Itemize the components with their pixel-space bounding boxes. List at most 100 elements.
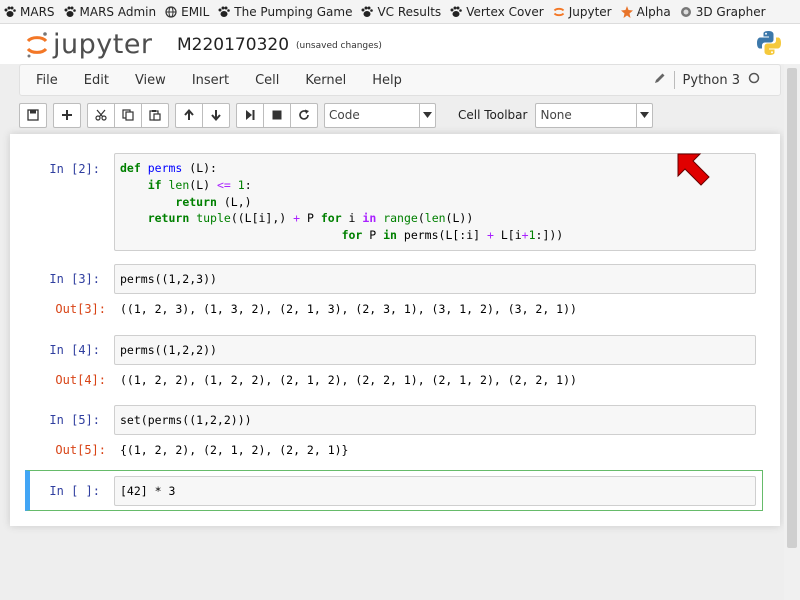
cell-output: ((1, 2, 3), (1, 3, 2), (2, 1, 3), (2, 3,… — [120, 302, 577, 316]
jupyter-logo[interactable]: jupyter — [25, 29, 153, 60]
pointer-arrow-icon — [676, 152, 712, 192]
chevron-down-icon — [419, 103, 435, 127]
input-prompt: In [2]: — [49, 162, 100, 176]
code-text: set(perms((1,2,2))) — [120, 413, 252, 427]
code-line: return (L,) — [175, 194, 252, 209]
bookmark-label: MARS Admin — [79, 4, 157, 19]
bookmark-label: VC Results — [377, 4, 442, 19]
cell-output: ((1, 2, 2), (1, 2, 2), (2, 1, 2), (2, 2,… — [120, 373, 577, 387]
paste-button[interactable] — [141, 102, 169, 128]
kernel-divider — [673, 71, 675, 89]
plus-icon — [62, 110, 72, 120]
stop-icon — [272, 110, 282, 120]
menu-cell[interactable]: Cell — [243, 73, 291, 88]
arrow-up-icon — [184, 109, 194, 120]
save-status: (unsaved changes) — [296, 41, 382, 51]
cell-type-select[interactable]: Code — [324, 102, 436, 128]
bookmark-label: 3D Grapher — [695, 4, 766, 19]
code-line: if len(L) <= 1: — [147, 177, 252, 192]
menu-insert[interactable]: Insert — [180, 73, 241, 88]
interrupt-button[interactable] — [263, 102, 291, 128]
jupyter-logo-icon — [26, 31, 48, 57]
code-text: perms((1,2,3)) — [120, 272, 217, 286]
run-button[interactable] — [236, 102, 264, 128]
refresh-icon — [299, 109, 309, 120]
paw-icon — [450, 6, 462, 18]
code-cell-input[interactable]: perms((1,2,3)) — [114, 264, 756, 294]
bookmark-label: The Pumping Game — [234, 4, 353, 19]
globe-icon — [165, 5, 177, 18]
input-prompt: In [ ]: — [49, 484, 100, 498]
move-down-button[interactable] — [202, 102, 230, 128]
save-icon — [27, 109, 39, 121]
menu-edit[interactable]: Edit — [72, 73, 121, 88]
restart-button[interactable] — [290, 102, 318, 128]
scissors-icon — [95, 109, 107, 121]
menu-kernel[interactable]: Kernel — [293, 73, 358, 88]
output-prompt: Out[5]: — [55, 443, 106, 457]
cell-type-value: Code — [329, 108, 360, 122]
bookmark-pumping-game[interactable]: The Pumping Game — [218, 5, 352, 19]
input-prompt: In [4]: — [49, 343, 100, 357]
insert-cell-button[interactable] — [53, 102, 81, 128]
bookmark-vertex-cover[interactable]: Vertex Cover — [450, 5, 544, 19]
paw-icon — [361, 6, 374, 18]
bookmark-jupyter[interactable]: Jupyter — [553, 5, 612, 19]
code-cell-input[interactable]: perms((1,2,2)) — [114, 335, 756, 365]
code-cell-input[interactable]: set(perms((1,2,2))) — [114, 405, 756, 435]
code-text: [42] * 3 — [120, 484, 176, 498]
bookmark-label: EMIL — [181, 4, 210, 19]
code-cell-input[interactable]: def perms (L): if len(L) <= 1: return (L… — [114, 153, 756, 251]
bookmark-emil[interactable]: EMIL — [165, 5, 209, 19]
move-up-button[interactable] — [175, 102, 203, 128]
arrow-down-icon — [211, 110, 221, 121]
copy-button[interactable] — [114, 102, 142, 128]
bookmark-3d-grapher[interactable]: 3D Grapher — [680, 5, 766, 19]
bookmark-mars[interactable]: MARS — [4, 5, 55, 19]
menu-file[interactable]: File — [24, 73, 70, 88]
bookmark-mars-admin[interactable]: MARS Admin — [64, 4, 157, 19]
wolfram-icon — [620, 5, 633, 18]
notebook-name[interactable]: M220170320 — [177, 35, 289, 55]
python-logo-icon — [756, 30, 782, 60]
paw-icon — [218, 6, 231, 18]
jupyter-icon — [553, 6, 565, 18]
paw-icon — [64, 6, 76, 18]
code-cell-input[interactable]: [42] * 3 — [114, 476, 756, 506]
bookmark-label: MARS — [20, 4, 55, 19]
menu-help[interactable]: Help — [360, 73, 414, 88]
bookmarks-bar: MARS MARS Admin EMIL The Pumping Game VC… — [0, 0, 800, 24]
output-prompt: Out[4]: — [55, 373, 106, 387]
code-line: def perms (L): — [120, 161, 217, 175]
pencil-icon[interactable] — [654, 72, 666, 88]
bookmark-label: Alpha — [636, 4, 671, 19]
grapher-icon — [680, 6, 692, 18]
notebook-header: jupyter M220170320 (unsaved changes) — [0, 24, 800, 64]
cell-toolbar-label: Cell Toolbar — [458, 108, 528, 122]
menubar: File Edit View Insert Cell Kernel Help P… — [19, 64, 781, 96]
bookmark-label: Jupyter — [568, 4, 612, 19]
step-forward-icon — [246, 110, 255, 120]
save-button[interactable] — [19, 102, 47, 128]
kernel-indicator: Python 3 — [654, 71, 760, 89]
kernel-status-icon — [748, 72, 760, 88]
cell-toolbar-select[interactable]: None — [535, 102, 654, 128]
chevron-down-icon — [636, 103, 652, 127]
kernel-name: Python 3 — [682, 72, 740, 88]
input-prompt: In [3]: — [49, 272, 100, 286]
cell-output: {(1, 2, 2), (2, 1, 2), (2, 2, 1)} — [120, 443, 349, 457]
output-prompt: Out[3]: — [55, 302, 106, 316]
menu-view[interactable]: View — [123, 73, 178, 88]
cut-button[interactable] — [87, 102, 115, 128]
bookmark-alpha[interactable]: Alpha — [620, 4, 671, 19]
paw-icon — [4, 6, 16, 18]
code-text: perms((1,2,2)) — [120, 343, 217, 357]
input-prompt: In [5]: — [49, 413, 100, 427]
logo-text: jupyter — [53, 29, 153, 60]
code-line: return tuple((L[i],) + P for i in range(… — [147, 211, 474, 226]
bookmark-label: Vertex Cover — [466, 4, 544, 19]
bookmark-vc-results[interactable]: VC Results — [361, 5, 441, 19]
scrollbar-thumb[interactable] — [787, 68, 797, 548]
main-toolbar: Code Cell Toolbar None — [19, 100, 781, 130]
cell-toolbar-value: None — [540, 108, 572, 122]
